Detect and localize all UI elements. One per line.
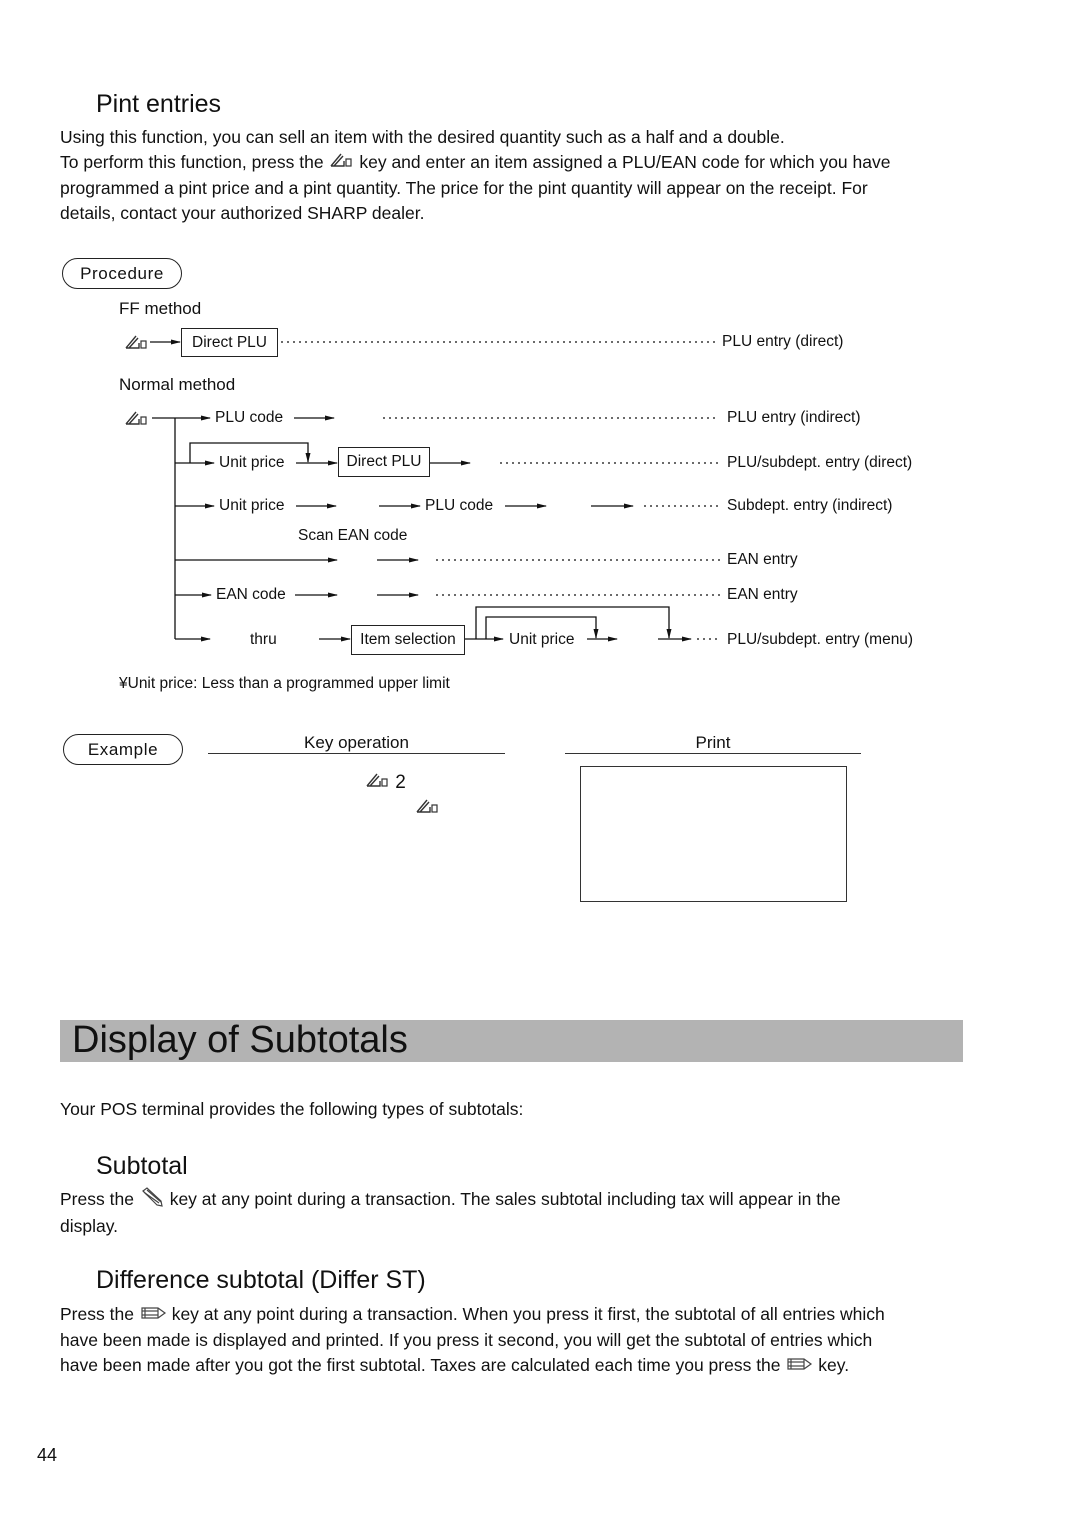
item-selection-key-box: Item selection <box>351 625 465 655</box>
print-receipt-box <box>580 766 847 902</box>
pint-key-icon <box>123 333 149 356</box>
differ-st-key-icon <box>139 1303 167 1328</box>
differ-st-key-icon <box>785 1354 813 1379</box>
paragraph-line: display. <box>60 1216 119 1236</box>
pint-key-icon <box>414 797 440 820</box>
text: Press the <box>60 1189 134 1210</box>
step-ean-code: EAN code <box>216 586 286 603</box>
procedure-footnote: ¥Unit price: Less than a programmed uppe… <box>119 675 450 692</box>
text: Press the <box>60 1304 134 1324</box>
section-heading-differ-st: Difference subtotal (Differ ST) <box>96 1266 426 1294</box>
print-header: Print <box>565 733 861 754</box>
step-unit-price: Unit price <box>219 497 285 514</box>
text: key at any point during a transaction. T… <box>169 1189 841 1210</box>
direct-plu-key-box: Direct PLU <box>181 328 278 357</box>
result-label: PLU entry (indirect) <box>727 409 861 426</box>
paragraph-line: have been made after you got the first s… <box>60 1353 885 1379</box>
ff-result-label: PLU entry (direct) <box>722 333 844 350</box>
page-number: 44 <box>37 1445 58 1465</box>
differ-st-description: Press the key at any point during a tran… <box>60 1302 885 1379</box>
pint-key-icon <box>364 771 390 795</box>
chapter-banner: Display of Subtotals <box>60 1019 963 1062</box>
chapter-title: Display of Subtotals <box>72 1019 408 1061</box>
paragraph-line: Press the key at any point during a tran… <box>60 1187 841 1214</box>
key-operation-value: 2 <box>395 772 406 794</box>
step-thru: thru <box>250 631 277 648</box>
key-operation-line: 2 <box>364 771 406 795</box>
paragraph-line: have been made is displayed and printed.… <box>60 1329 873 1350</box>
result-label: Subdept. entry (indirect) <box>727 497 893 514</box>
subtotal-key-icon <box>139 1187 165 1214</box>
step-plu-code: PLU code <box>425 497 494 514</box>
example-label: Example <box>63 734 183 765</box>
result-label: EAN entry <box>727 551 798 568</box>
section-heading-subtotal: Subtotal <box>96 1152 188 1180</box>
pint-key-icon <box>123 409 149 432</box>
subtotal-description: Press the key at any point during a tran… <box>60 1187 841 1239</box>
step-plu-code: PLU code <box>215 409 284 426</box>
subtotals-intro: Your POS terminal provides the following… <box>60 1099 524 1119</box>
text: key. <box>818 1354 850 1375</box>
step-unit-price: Unit price <box>509 631 575 648</box>
result-label: EAN entry <box>727 586 798 603</box>
direct-plu-key-box: Direct PLU <box>338 447 430 477</box>
text: have been made after you got the first s… <box>60 1354 781 1375</box>
procedure-flow-lines <box>150 339 720 642</box>
text: key at any point during a transaction. W… <box>171 1304 885 1324</box>
step-scan-ean-code: Scan EAN code <box>298 527 408 544</box>
key-operation-header: Key operation <box>208 733 505 754</box>
paragraph-line: Press the key at any point during a tran… <box>60 1302 885 1328</box>
result-label: PLU/subdept. entry (menu) <box>727 631 914 648</box>
result-label: PLU/subdept. entry (direct) <box>727 454 913 471</box>
step-unit-price: Unit price <box>219 454 285 471</box>
